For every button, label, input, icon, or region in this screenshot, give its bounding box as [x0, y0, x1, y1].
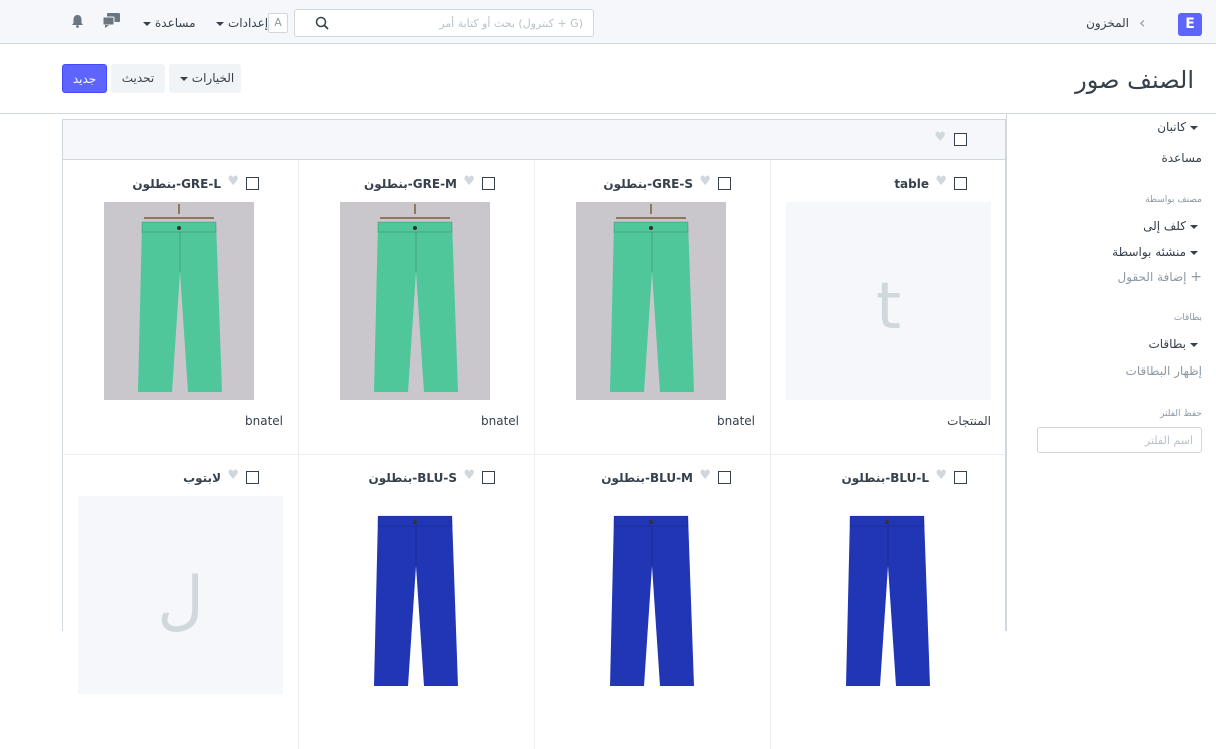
page-header: الصنف صور جديد تحديث الخيارات — [0, 44, 1216, 114]
sidebar-kanban[interactable]: كانبان — [1157, 120, 1202, 134]
card-checkbox[interactable] — [482, 471, 495, 484]
card-checkbox[interactable] — [246, 177, 259, 190]
add-field-label: إضافة الحقول — [1117, 270, 1187, 284]
image-card[interactable]: ♥ بنطلون-BLU-L — [770, 454, 1005, 749]
card-title[interactable]: بنطلون-GRE-M — [364, 177, 457, 191]
caret-down-icon — [1190, 250, 1198, 255]
blue-pants-image[interactable] — [576, 496, 726, 694]
save-filter-heading: حفظ الفلتر — [1160, 409, 1202, 419]
new-button[interactable]: جديد — [62, 64, 107, 93]
sidebar: كانبان مساعدة مصنف بواسطة كلف إلى منشئه … — [1006, 114, 1216, 631]
card-subtitle: المنتجات — [947, 414, 991, 428]
card-checkbox[interactable] — [954, 471, 967, 484]
refresh-button[interactable]: تحديث — [111, 64, 165, 93]
card-subtitle: bnatel — [245, 414, 283, 428]
add-field-link[interactable]: إضافة الحقول + — [1118, 269, 1202, 285]
filter-name-input[interactable]: اسم الفلتر — [1037, 427, 1202, 453]
image-card[interactable]: ♥ بنطلون-GRE-M bnatel — [298, 160, 533, 455]
tags-label: بطاقات — [1148, 337, 1186, 351]
caret-down-icon — [216, 21, 224, 26]
image-card[interactable]: ♥ بنطلون-GRE-S bnatel — [534, 160, 769, 455]
card-title[interactable]: بنطلون-GRE-L — [132, 177, 221, 191]
search-icon — [315, 16, 329, 30]
plus-icon: + — [1190, 269, 1202, 285]
heart-icon[interactable]: ♥ — [227, 174, 239, 189]
caret-down-icon — [179, 76, 188, 81]
group-by-heading: مصنف بواسطة — [1145, 195, 1202, 205]
app-logo[interactable]: E — [1178, 13, 1202, 36]
heart-icon[interactable]: ♥ — [227, 468, 239, 483]
settings-menu[interactable]: إعدادات — [212, 16, 268, 30]
image-card[interactable]: ♥ بنطلون-BLU-S — [298, 454, 533, 749]
placeholder-letter: ل — [157, 564, 204, 638]
chevron-left-icon[interactable]: ‹ — [1139, 13, 1145, 32]
show-tags-link[interactable]: إظهار البطاقات — [1126, 364, 1202, 378]
card-title[interactable]: table — [894, 177, 929, 191]
sidebar-assigned-to[interactable]: كلف إلى — [1143, 219, 1202, 233]
blue-pants-image[interactable] — [812, 496, 962, 694]
grid-header: ♥ — [63, 120, 1005, 160]
heart-icon[interactable]: ♥ — [935, 468, 947, 483]
image-card[interactable]: ♥ بنطلون-BLU-M — [534, 454, 769, 749]
chat-icon[interactable] — [103, 13, 120, 28]
options-label: الخيارات — [191, 71, 235, 85]
placeholder-letter: t — [875, 270, 902, 344]
card-checkbox[interactable] — [246, 471, 259, 484]
navbar: E ‹ المخزون بحث أو كتابة أمر (كنترول + G… — [0, 0, 1216, 44]
card-subtitle: bnatel — [717, 414, 755, 428]
green-pants-image[interactable] — [104, 202, 254, 400]
help-menu[interactable]: مساعدة — [139, 16, 196, 30]
select-all-checkbox[interactable] — [954, 133, 967, 146]
card-subtitle: bnatel — [481, 414, 519, 428]
card-checkbox[interactable] — [718, 177, 731, 190]
search-placeholder: بحث أو كتابة أمر (كنترول + G) — [439, 17, 583, 30]
help-label: مساعدة — [155, 16, 196, 30]
caret-down-icon — [1190, 224, 1198, 229]
caret-down-icon — [1190, 125, 1198, 130]
tags-heading: بطاقات — [1173, 313, 1202, 323]
card-checkbox[interactable] — [482, 177, 495, 190]
blue-pants-image[interactable] — [340, 496, 490, 694]
page-title: الصنف صور — [1075, 66, 1194, 94]
card-title[interactable]: بنطلون-BLU-L — [842, 471, 929, 485]
card-checkbox[interactable] — [718, 471, 731, 484]
sidebar-help[interactable]: مساعدة — [1161, 151, 1202, 165]
card-title[interactable]: بنطلون-BLU-M — [601, 471, 693, 485]
sidebar-kanban-label: كانبان — [1157, 120, 1186, 134]
options-button[interactable]: الخيارات — [169, 64, 241, 93]
sidebar-tags[interactable]: بطاقات — [1148, 337, 1202, 351]
image-card[interactable]: ♥ table t المنتجات — [770, 160, 1005, 455]
breadcrumb[interactable]: المخزون — [1086, 16, 1129, 30]
assigned-to-label: كلف إلى — [1143, 219, 1186, 233]
heart-icon[interactable]: ♥ — [463, 174, 475, 189]
heart-icon[interactable]: ♥ — [699, 468, 711, 483]
settings-label: إعدادات — [228, 16, 269, 30]
caret-down-icon — [143, 21, 151, 26]
green-pants-image[interactable] — [340, 202, 490, 400]
card-title[interactable]: لابتوب — [183, 471, 221, 485]
heart-icon[interactable]: ♥ — [934, 130, 946, 145]
image-card[interactable]: ♥ لابتوب ل — [62, 454, 297, 749]
search-input[interactable]: بحث أو كتابة أمر (كنترول + G) — [294, 9, 594, 37]
created-by-label: منشئه بواسطة — [1112, 245, 1186, 259]
filter-name-placeholder: اسم الفلتر — [1144, 434, 1193, 447]
heart-icon[interactable]: ♥ — [463, 468, 475, 483]
image-placeholder[interactable]: ل — [78, 496, 283, 694]
green-pants-image[interactable] — [576, 202, 726, 400]
card-checkbox[interactable] — [954, 177, 967, 190]
card-title[interactable]: بنطلون-BLU-S — [369, 471, 457, 485]
heart-icon[interactable]: ♥ — [935, 174, 947, 189]
heart-icon[interactable]: ♥ — [699, 174, 711, 189]
image-grid: ♥ ♥ table t المنتجات ♥ بنطلون-GRE-S bnatel ♥ بنط… — [62, 119, 1006, 749]
bell-icon[interactable] — [71, 14, 84, 28]
image-placeholder[interactable]: t — [786, 202, 991, 400]
sidebar-created-by[interactable]: منشئه بواسطة — [1112, 245, 1202, 259]
card-title[interactable]: بنطلون-GRE-S — [603, 177, 693, 191]
caret-down-icon — [1190, 342, 1198, 347]
image-card[interactable]: ♥ بنطلون-GRE-L bnatel — [62, 160, 297, 455]
user-avatar[interactable]: A — [268, 13, 288, 33]
